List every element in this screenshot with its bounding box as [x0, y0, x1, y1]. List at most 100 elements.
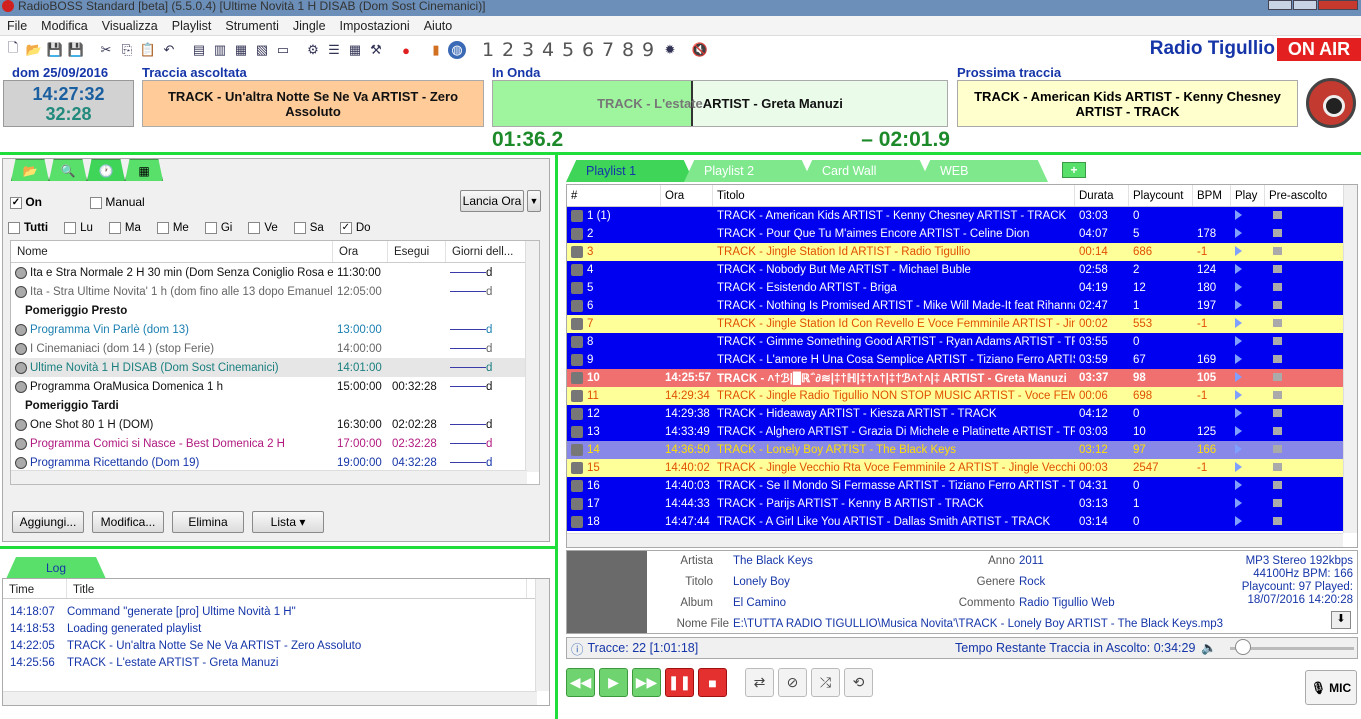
paste-icon[interactable]: 📋 [139, 41, 157, 59]
playlist-tab-1[interactable]: Playlist 1 [566, 160, 694, 182]
playlist-row[interactable]: 16 14:40:03 TRACK - Se Il Mondo Si Fermass… [567, 477, 1357, 495]
new-icon[interactable]: 🗋 [4, 40, 22, 59]
play-icon[interactable] [1235, 299, 1242, 310]
playlist-scrollbar[interactable] [1343, 185, 1357, 533]
preview-icon[interactable] [1273, 301, 1282, 309]
manual-checkbox[interactable]: Manual [90, 195, 145, 209]
speaker-icon[interactable] [1306, 78, 1356, 128]
playlist-row[interactable]: 17 14:44:33 TRACK - Parijs ARTIST - Kenny … [567, 495, 1357, 513]
day-checkbox-ma[interactable]: Ma [108, 222, 141, 234]
log-row[interactable]: 14:22:05 TRACK - Un'altra Notte Se Ne Va … [3, 637, 549, 654]
rewind-button[interactable]: ◀◀ [566, 668, 595, 697]
play-icon[interactable] [1235, 245, 1242, 256]
layout-5-icon[interactable]: ▭ [274, 41, 292, 59]
repeat-icon[interactable]: ⟲ [844, 668, 873, 697]
playlist-column-header[interactable]: Play [1231, 185, 1265, 206]
playlist-column-header[interactable]: # [567, 185, 661, 206]
jingle-9-button[interactable]: 9 [638, 41, 658, 60]
playlist-row[interactable]: 14 14:36:50 TRACK - Lonely Boy ARTIST - Th… [567, 441, 1357, 459]
download-icon[interactable]: ⬇ [1331, 611, 1351, 629]
log-hscrollbar[interactable] [3, 691, 537, 705]
preview-icon[interactable] [1273, 391, 1282, 399]
menu-strumenti[interactable]: Strumenti [218, 19, 286, 33]
add-event-button[interactable]: Aggiungi... [12, 511, 84, 533]
stop-button[interactable]: ■ [698, 668, 727, 697]
day-checkbox-tutti[interactable]: Tutti [8, 222, 48, 234]
mute-icon[interactable]: 🔇 [691, 41, 709, 59]
disable-icon[interactable]: ⊘ [778, 668, 807, 697]
clock-tab-icon[interactable]: 🕐 [87, 159, 125, 181]
day-checkbox-sa[interactable]: Sa [293, 222, 324, 234]
on-air-track[interactable]: TRACK - L'estate ARTIST - Greta Manuzi [492, 80, 948, 127]
playlist-row[interactable]: 7 TRACK - Jingle Station Id Con Revello E… [567, 315, 1357, 333]
edit-event-button[interactable]: Modifica... [92, 511, 164, 533]
stats-icon[interactable]: ▮ [427, 41, 445, 59]
group-row[interactable]: Pomeriggio Tardi [11, 396, 539, 415]
playlist-gen-icon[interactable]: ☰ [325, 41, 343, 59]
playlist-row[interactable]: 12 14:29:38 TRACK - Hideaway ARTIST - Kies… [567, 405, 1357, 423]
column-header[interactable]: Ora [333, 241, 388, 262]
jingle-4-button[interactable]: 4 [538, 41, 558, 60]
folder-tab-icon[interactable]: 📂 [11, 159, 49, 181]
play-icon[interactable] [1235, 497, 1242, 508]
scheduler-row[interactable]: Ita e Stra Normale 2 H 30 min (Dom Senza… [11, 263, 539, 282]
crossfade-icon[interactable]: ⇄ [745, 668, 774, 697]
preview-icon[interactable] [1273, 373, 1282, 381]
play-icon[interactable] [1235, 317, 1242, 328]
playlist-row[interactable]: 4 TRACK - Nobody But Me ARTIST - Michael … [567, 261, 1357, 279]
menu-jingle[interactable]: Jingle [286, 19, 333, 33]
undo-icon[interactable]: ↶ [160, 41, 178, 59]
playlist-row[interactable]: 10 14:25:57 TRACK - ˄†ℬ|█ℝ΅∂≋|‡†ℍ|‡†˄†|‡†ℬ… [567, 369, 1357, 387]
day-checkbox-me[interactable]: Me [156, 222, 189, 234]
save-icon[interactable]: 💾 [46, 41, 64, 59]
playlist-row[interactable]: 1 (1) TRACK - American Kids ARTIST - Kenn… [567, 207, 1357, 225]
log-column-header[interactable]: Title [67, 579, 527, 598]
delete-event-button[interactable]: Elimina [172, 511, 244, 533]
playlist-row[interactable]: 11 14:29:34 TRACK - Jingle Radio Tigullio … [567, 387, 1357, 405]
maximize-button[interactable] [1293, 0, 1317, 10]
report-icon[interactable]: ▦ [346, 41, 364, 59]
scheduler-row[interactable]: Programma OraMusica Domenica 1 h 15:00:00… [11, 377, 539, 396]
play-icon[interactable] [1235, 425, 1242, 436]
group-row[interactable]: Pomeriggio Presto [11, 301, 539, 320]
preview-icon[interactable] [1273, 337, 1282, 345]
jingle-7-button[interactable]: 7 [598, 41, 618, 60]
copy-icon[interactable]: ⎘ [118, 41, 136, 59]
preview-icon[interactable] [1273, 409, 1282, 417]
scheduler-row[interactable]: Programma Comici si Nasce - Best Domenic… [11, 434, 539, 453]
scheduler-icon[interactable]: ⚙ [304, 41, 322, 59]
log-scrollbar[interactable] [535, 579, 549, 691]
playlist-row[interactable]: 5 TRACK - Esistendo ARTIST - Briga 04:19 12… [567, 279, 1357, 297]
preview-icon[interactable] [1273, 265, 1282, 273]
play-icon[interactable] [1235, 479, 1242, 490]
jingle-5-button[interactable]: 5 [558, 41, 578, 60]
layout-1-icon[interactable]: ▤ [190, 41, 208, 59]
list-dropdown-button[interactable]: Lista ▾ [252, 511, 324, 533]
open-icon[interactable]: 📂 [25, 41, 43, 59]
playlist-column-header[interactable]: Durata [1075, 185, 1129, 206]
playlist-tab-4[interactable]: WEB [920, 160, 1048, 182]
preview-icon[interactable] [1273, 319, 1282, 327]
scheduler-row[interactable]: One Shot 80 1 H (DOM) 16:30:00 02:02:28 d [11, 415, 539, 434]
log-column-header[interactable]: Time [3, 579, 67, 598]
layout-2-icon[interactable]: ▥ [211, 41, 229, 59]
log-row[interactable]: 14:18:53 Loading generated playlist [3, 620, 549, 637]
column-header[interactable]: Esegui [388, 241, 446, 262]
playlist-row[interactable]: 2 TRACK - Pour Que Tu M'aimes Encore ARTI… [567, 225, 1357, 243]
scheduler-scrollbar[interactable] [525, 241, 539, 472]
close-button[interactable] [1318, 0, 1358, 10]
menu-aiuto[interactable]: Aiuto [417, 19, 460, 33]
playlist-tab-3[interactable]: Card Wall [802, 160, 930, 182]
playlist-column-header[interactable]: Ora [661, 185, 713, 206]
jingle-3-button[interactable]: 3 [518, 41, 538, 60]
play-icon[interactable] [1235, 227, 1242, 238]
record-icon[interactable]: ● [397, 41, 415, 59]
playlist-row[interactable]: 13 14:33:49 TRACK - Alghero ARTIST - Grazi… [567, 423, 1357, 441]
playlist-hscrollbar[interactable] [567, 533, 1343, 547]
playlist-tab-2[interactable]: Playlist 2 [684, 160, 812, 182]
scheduler-hscrollbar[interactable] [11, 470, 527, 484]
day-checkbox-gi[interactable]: Gi [204, 222, 232, 234]
scheduler-row[interactable]: Ita - Stra Ultime Novita' 1 h (dom fino … [11, 282, 539, 301]
jingle-6-button[interactable]: 6 [578, 41, 598, 60]
jingle-8-button[interactable]: 8 [618, 41, 638, 60]
